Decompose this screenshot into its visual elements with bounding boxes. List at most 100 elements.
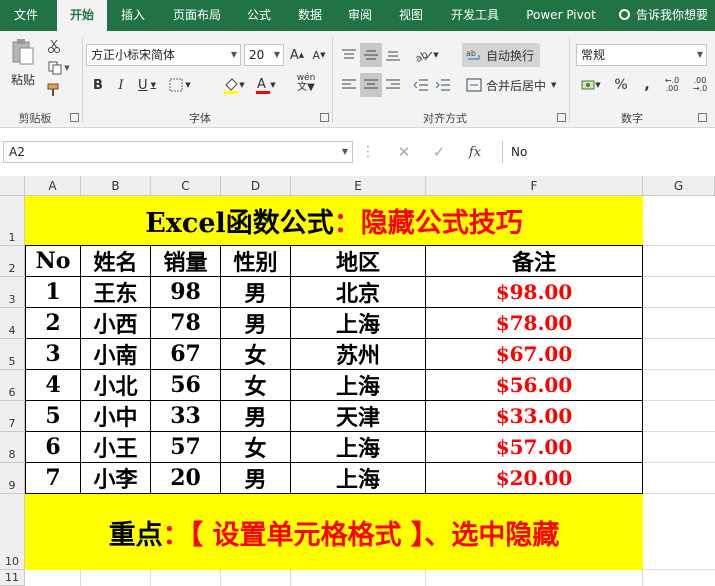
cell-no[interactable]: 6 <box>25 432 81 463</box>
bold-icon[interactable]: B <box>90 75 106 95</box>
cell-no[interactable]: 3 <box>25 339 81 370</box>
cell-sales[interactable]: 33 <box>151 401 221 432</box>
cell-sales[interactable]: 67 <box>151 339 221 370</box>
cell-region[interactable]: 上海 <box>291 308 426 339</box>
tab-developer[interactable]: 开发工具 <box>440 0 510 31</box>
cell-name[interactable]: 小王 <box>81 432 151 463</box>
align-bottom-icon[interactable] <box>384 45 402 65</box>
align-left-icon[interactable] <box>340 75 358 95</box>
row-header-4[interactable]: 4 <box>0 308 25 339</box>
fill-color-icon[interactable]: ▼ <box>220 75 248 95</box>
cell-no[interactable]: 5 <box>25 401 81 432</box>
align-right-icon[interactable] <box>384 75 402 95</box>
align-top-icon[interactable] <box>340 45 358 65</box>
cell-no[interactable]: 7 <box>25 463 81 494</box>
row-header-2[interactable]: 2 <box>0 246 25 277</box>
row-header-1[interactable]: 1 <box>0 196 25 246</box>
cell-gender[interactable]: 男 <box>221 308 291 339</box>
clipboard-launcher-icon[interactable] <box>70 113 79 122</box>
cell-note[interactable]: $56.00 <box>426 370 643 401</box>
font-color-icon[interactable]: A ▼ <box>252 75 280 95</box>
decrease-decimal-icon[interactable]: .00 →.0 <box>688 75 712 95</box>
cell-name[interactable]: 小西 <box>81 308 151 339</box>
tab-file[interactable]: 文件 <box>0 0 52 31</box>
font-size-select[interactable]: 20 ▼ <box>244 44 284 66</box>
header-cell-name[interactable]: 姓名 <box>81 246 151 277</box>
formula-bar-splitter[interactable]: ⋮ <box>361 142 375 162</box>
cell-note[interactable]: $67.00 <box>426 339 643 370</box>
title-cell[interactable]: Excel函数公式 ：隐藏公式技巧 <box>25 196 643 246</box>
alignment-launcher-icon[interactable] <box>557 113 566 122</box>
cell-gender[interactable]: 男 <box>221 277 291 308</box>
row-header-7[interactable]: 7 <box>0 401 25 432</box>
row-header-3[interactable]: 3 <box>0 277 25 308</box>
cell-region[interactable]: 天津 <box>291 401 426 432</box>
orientation-icon[interactable]: ab ▼ <box>412 45 442 65</box>
cell-region[interactable]: 上海 <box>291 432 426 463</box>
tab-page-layout[interactable]: 页面布局 <box>162 0 232 31</box>
cell-gender[interactable]: 女 <box>221 370 291 401</box>
currency-icon[interactable]: ▼ <box>578 75 604 95</box>
cell-sales[interactable]: 98 <box>151 277 221 308</box>
tab-insert[interactable]: 插入 <box>111 0 155 31</box>
cell-gender[interactable]: 男 <box>221 401 291 432</box>
formula-input[interactable]: No <box>502 141 715 163</box>
cell-sales[interactable]: 20 <box>151 463 221 494</box>
increase-decimal-icon[interactable]: ←.0.00 <box>660 75 684 95</box>
paste-icon[interactable] <box>8 37 38 67</box>
cell-sales[interactable]: 56 <box>151 370 221 401</box>
tell-me-search[interactable]: 告诉我你想要 <box>619 0 708 31</box>
row-header-11[interactable]: 11 <box>0 570 25 586</box>
column-header-c[interactable]: C <box>151 176 221 196</box>
percent-icon[interactable]: % <box>612 75 630 95</box>
column-header-g[interactable]: G <box>643 176 715 196</box>
format-painter-icon[interactable] <box>45 81 63 99</box>
header-cell-sales[interactable]: 销量 <box>151 246 221 277</box>
header-cell-gender[interactable]: 性别 <box>221 246 291 277</box>
row-header-8[interactable]: 8 <box>0 432 25 463</box>
cell-name[interactable]: 小北 <box>81 370 151 401</box>
number-launcher-icon[interactable] <box>698 113 707 122</box>
comma-style-icon[interactable]: , <box>638 75 656 95</box>
increase-indent-icon[interactable] <box>434 75 452 95</box>
column-header-f[interactable]: F <box>426 176 643 196</box>
cell-name[interactable]: 王东 <box>81 277 151 308</box>
merge-center-button[interactable]: 合并后居中 ▼ <box>462 75 562 95</box>
italic-icon[interactable]: I <box>113 75 129 95</box>
header-cell-region[interactable]: 地区 <box>291 246 426 277</box>
cell-region[interactable]: 上海 <box>291 463 426 494</box>
underline-icon[interactable]: U ▼ <box>134 75 160 95</box>
cell-name[interactable]: 小中 <box>81 401 151 432</box>
cell-gender[interactable]: 女 <box>221 432 291 463</box>
cell-note[interactable]: $78.00 <box>426 308 643 339</box>
paste-button[interactable]: 粘贴 <box>5 71 41 87</box>
cell-sales[interactable]: 57 <box>151 432 221 463</box>
phonetic-icon[interactable]: wén 文▼ <box>292 71 320 95</box>
insert-function-icon[interactable]: fx <box>466 142 484 162</box>
tab-home[interactable]: 开始 <box>57 0 107 31</box>
column-header-d[interactable]: D <box>221 176 291 196</box>
cell-gender[interactable]: 女 <box>221 339 291 370</box>
cell-no[interactable]: 1 <box>25 277 81 308</box>
header-cell-no[interactable]: No <box>25 246 81 277</box>
tab-data[interactable]: 数据 <box>288 0 332 31</box>
decrease-indent-icon[interactable] <box>412 75 430 95</box>
enter-icon[interactable]: ✓ <box>430 142 448 162</box>
tab-view[interactable]: 视图 <box>389 0 433 31</box>
increase-font-icon[interactable]: A ▲ <box>288 45 306 65</box>
borders-icon[interactable]: ▼ <box>166 75 194 95</box>
tab-review[interactable]: 审阅 <box>338 0 382 31</box>
font-name-select[interactable]: 方正小标宋简体 ▼ <box>86 44 241 66</box>
tab-power-pivot[interactable]: Power Pivot <box>518 0 604 31</box>
cancel-icon[interactable]: ✕ <box>395 142 413 162</box>
cell-note[interactable]: $33.00 <box>426 401 643 432</box>
number-format-select[interactable]: 常规 ▼ <box>576 44 707 66</box>
copy-icon[interactable]: ▼ <box>45 59 73 77</box>
column-header-b[interactable]: B <box>81 176 151 196</box>
cell-no[interactable]: 4 <box>25 370 81 401</box>
header-cell-note[interactable]: 备注 <box>426 246 643 277</box>
row-header-9[interactable]: 9 <box>0 463 25 494</box>
cell-name[interactable]: 小李 <box>81 463 151 494</box>
row-header-5[interactable]: 5 <box>0 339 25 370</box>
column-header-a[interactable]: A <box>25 176 81 196</box>
